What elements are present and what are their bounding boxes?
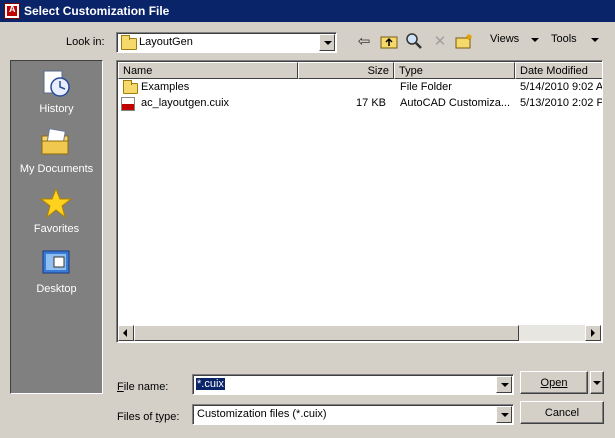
window-title: Select Customization File (24, 4, 170, 18)
lookin-value: LayoutGen (139, 36, 193, 48)
place-favorites[interactable]: Favorites (11, 183, 102, 241)
file-list[interactable]: Name Size Type Date Modified Examples Fi… (116, 60, 603, 343)
file-name: ac_layoutgen.cuix (141, 97, 230, 109)
open-button[interactable]: Open (520, 371, 588, 394)
folder-icon (121, 35, 137, 50)
places-bar: History My Documents Favorites Desktop (10, 60, 103, 394)
file-type: File Folder (400, 81, 452, 93)
file-row[interactable]: ac_layoutgen.cuix 17 KB AutoCAD Customiz… (118, 96, 603, 112)
open-options-arrow-icon[interactable] (590, 371, 604, 394)
views-menu[interactable]: Views (490, 33, 519, 45)
column-header-date-modified[interactable]: Date Modified (515, 62, 602, 79)
scroll-left-icon[interactable] (118, 325, 134, 341)
filename-dropdown-arrow[interactable] (496, 376, 512, 393)
place-desktop[interactable]: Desktop (11, 243, 102, 301)
file-list-header: Name Size Type Date Modified (118, 62, 602, 80)
up-one-level-icon[interactable] (379, 31, 399, 51)
search-web-icon[interactable] (404, 31, 424, 51)
place-my-documents[interactable]: My Documents (11, 123, 102, 181)
place-label: Favorites (33, 223, 80, 235)
folder-icon (123, 80, 138, 94)
filename-label: File name: (117, 381, 169, 393)
file-size: 17 KB (356, 97, 386, 109)
delete-icon[interactable]: ✕ (430, 31, 450, 51)
place-label: My Documents (19, 163, 94, 175)
tools-menu[interactable]: Tools (551, 33, 577, 45)
autocad-app-icon (4, 3, 20, 19)
filename-input[interactable]: *.cuix (192, 374, 514, 395)
column-header-name[interactable]: Name (118, 62, 298, 79)
lookin-dropdown-arrow[interactable] (319, 34, 335, 51)
file-date: 5/13/2010 2:02 P (520, 97, 603, 109)
file-row[interactable]: Examples File Folder 5/14/2010 9:02 A (118, 80, 603, 96)
lookin-label: Look in: (66, 36, 105, 48)
horizontal-scrollbar[interactable] (118, 325, 601, 341)
scroll-right-icon[interactable] (585, 325, 601, 341)
file-type: AutoCAD Customiza... (400, 97, 511, 109)
filetype-value: Customization files (*.cuix) (197, 408, 327, 420)
my-documents-icon (40, 127, 72, 159)
history-icon (40, 67, 72, 99)
title-bar[interactable]: Select Customization File (0, 0, 615, 22)
tools-dropdown-icon[interactable] (591, 38, 599, 42)
filename-value: *.cuix (196, 378, 225, 390)
cancel-button[interactable]: Cancel (520, 401, 604, 424)
lookin-dropdown[interactable]: LayoutGen (116, 32, 337, 53)
open-button-label: Open (540, 376, 568, 389)
desktop-icon (40, 247, 72, 279)
filetype-dropdown-arrow[interactable] (496, 406, 512, 423)
views-dropdown-icon[interactable] (531, 38, 539, 42)
filetype-dropdown[interactable]: Customization files (*.cuix) (192, 404, 514, 425)
cuix-file-icon (121, 97, 135, 111)
column-header-size[interactable]: Size (298, 62, 394, 79)
column-header-type[interactable]: Type (394, 62, 515, 79)
create-new-folder-icon[interactable] (454, 31, 474, 51)
scrollbar-thumb[interactable] (134, 325, 519, 341)
place-label: History (39, 103, 74, 115)
cancel-button-label: Cancel (544, 406, 580, 419)
file-date: 5/14/2010 9:02 A (520, 81, 603, 93)
place-label: Desktop (36, 283, 77, 295)
place-history[interactable]: History (11, 63, 102, 121)
favorites-icon (39, 187, 73, 219)
file-name: Examples (141, 81, 190, 93)
filetype-label: Files of type: (117, 411, 180, 423)
back-icon[interactable]: ⇦ (354, 31, 374, 51)
